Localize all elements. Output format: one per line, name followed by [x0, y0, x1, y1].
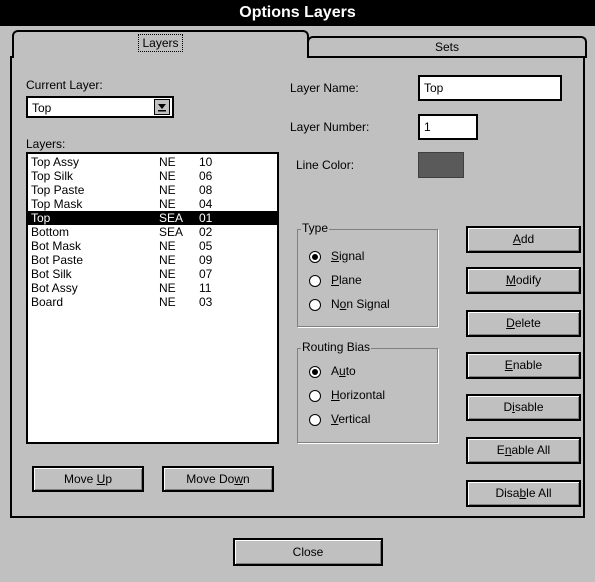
- layer-type: SEA: [159, 225, 184, 239]
- routing-bias-option-label[interactable]: Horizontal: [331, 388, 385, 402]
- layer-type: NE: [159, 155, 176, 169]
- type-option-label[interactable]: Non Signal: [331, 297, 390, 311]
- disable-all-button[interactable]: Disable All: [466, 480, 581, 507]
- layer-number-label: Layer Number:: [290, 120, 370, 134]
- dropdown-arrow-icon[interactable]: [154, 99, 170, 115]
- current-layer-select[interactable]: Top: [26, 96, 174, 118]
- layer-name-label: Layer Name:: [290, 81, 359, 95]
- layer-list-item[interactable]: Top SEA 01: [28, 211, 277, 225]
- layer-num: 07: [199, 267, 213, 281]
- layer-name: Top Assy: [31, 155, 80, 169]
- window-title: Options Layers: [0, 0, 595, 26]
- layer-name: Top Paste: [31, 183, 85, 197]
- type-group-title: Type: [301, 221, 330, 235]
- close-button[interactable]: Close: [233, 538, 383, 566]
- enable-all-button[interactable]: Enable All: [466, 437, 581, 464]
- tab-layers[interactable]: Layers: [12, 30, 309, 58]
- layer-name: Board: [31, 295, 64, 309]
- delete-button[interactable]: Delete: [466, 310, 581, 337]
- type-radio[interactable]: [309, 275, 321, 287]
- layer-name: Top Mask: [31, 197, 83, 211]
- line-color-label: Line Color:: [296, 158, 355, 172]
- layer-number-input[interactable]: 1: [418, 114, 478, 140]
- layer-list-item[interactable]: Bot Silk NE 07: [28, 267, 277, 281]
- layer-name: Bot Paste: [31, 253, 84, 267]
- type-option-label[interactable]: Plane: [331, 273, 362, 287]
- layer-num: 01: [199, 211, 213, 225]
- layer-num: 05: [199, 239, 213, 253]
- layer-type: NE: [159, 239, 176, 253]
- layer-num: 10: [199, 155, 213, 169]
- layer-num: 03: [199, 295, 213, 309]
- layer-type: NE: [159, 183, 176, 197]
- move-up-button[interactable]: Move Up: [32, 466, 144, 492]
- layer-type: NE: [159, 197, 176, 211]
- modify-button[interactable]: Modify: [466, 267, 581, 294]
- layer-name: Bot Assy: [31, 281, 78, 295]
- layer-list-item[interactable]: Bottom SEA 02: [28, 225, 277, 239]
- layer-num: 06: [199, 169, 213, 183]
- layer-type: SEA: [159, 211, 184, 225]
- current-layer-value: Top: [32, 101, 52, 115]
- move-down-button[interactable]: Move Down: [162, 466, 274, 492]
- layer-type: NE: [159, 253, 176, 267]
- type-radio[interactable]: [309, 299, 321, 311]
- current-layer-label: Current Layer:: [26, 78, 103, 92]
- layer-type: NE: [159, 169, 176, 183]
- radio-checked-dot: [312, 254, 318, 260]
- tab-sets[interactable]: Sets: [307, 36, 587, 58]
- routing-bias-radio[interactable]: [309, 414, 321, 426]
- layer-name-input[interactable]: Top: [418, 75, 562, 101]
- add-button[interactable]: Add: [466, 226, 581, 253]
- line-color-swatch[interactable]: [418, 152, 464, 178]
- layers-label: Layers:: [26, 137, 66, 151]
- routing-bias-radio[interactable]: [309, 390, 321, 402]
- layer-name: Bottom: [31, 225, 70, 239]
- routing-bias-option-label[interactable]: Vertical: [331, 412, 370, 426]
- layer-name: Top Silk: [31, 169, 74, 183]
- layer-list-item[interactable]: Bot Mask NE 05: [28, 239, 277, 253]
- layer-type: NE: [159, 267, 176, 281]
- layer-num: 04: [199, 197, 213, 211]
- layer-type: NE: [159, 295, 176, 309]
- enable-button[interactable]: Enable: [466, 352, 581, 379]
- layer-num: 09: [199, 253, 213, 267]
- layer-name: Bot Mask: [31, 239, 82, 253]
- tab-layers-label: Layers: [138, 34, 183, 52]
- layer-num: 08: [199, 183, 213, 197]
- layers-list[interactable]: Top Assy NE 10 Top Silk NE 06 Top Paste NE 08 Top…: [26, 152, 279, 444]
- disable-button[interactable]: Disable: [466, 394, 581, 421]
- layer-num: 02: [199, 225, 213, 239]
- layer-type: NE: [159, 281, 176, 295]
- layer-list-item[interactable]: Bot Assy NE 11: [28, 281, 277, 295]
- layer-list-item[interactable]: Bot Paste NE 09: [28, 253, 277, 267]
- layer-list-item[interactable]: Top Silk NE 06: [28, 169, 277, 183]
- layer-list-item[interactable]: Top Mask NE 04: [28, 197, 277, 211]
- layer-list-item[interactable]: Board NE 03: [28, 295, 277, 309]
- tab-sets-label: Sets: [434, 40, 459, 54]
- type-option-label[interactable]: Signal: [331, 249, 364, 263]
- radio-checked-dot: [312, 369, 318, 375]
- layer-list-item[interactable]: Top Paste NE 08: [28, 183, 277, 197]
- routing-bias-option-label[interactable]: Auto: [331, 364, 356, 378]
- layer-num: 11: [199, 281, 212, 295]
- layer-name: Bot Silk: [31, 267, 72, 281]
- routing-bias-group-title: Routing Bias: [301, 340, 372, 354]
- type-radio[interactable]: [309, 251, 321, 263]
- layer-list-item[interactable]: Top Assy NE 10: [28, 155, 277, 169]
- routing-bias-radio[interactable]: [309, 366, 321, 378]
- layer-name: Top: [31, 211, 51, 225]
